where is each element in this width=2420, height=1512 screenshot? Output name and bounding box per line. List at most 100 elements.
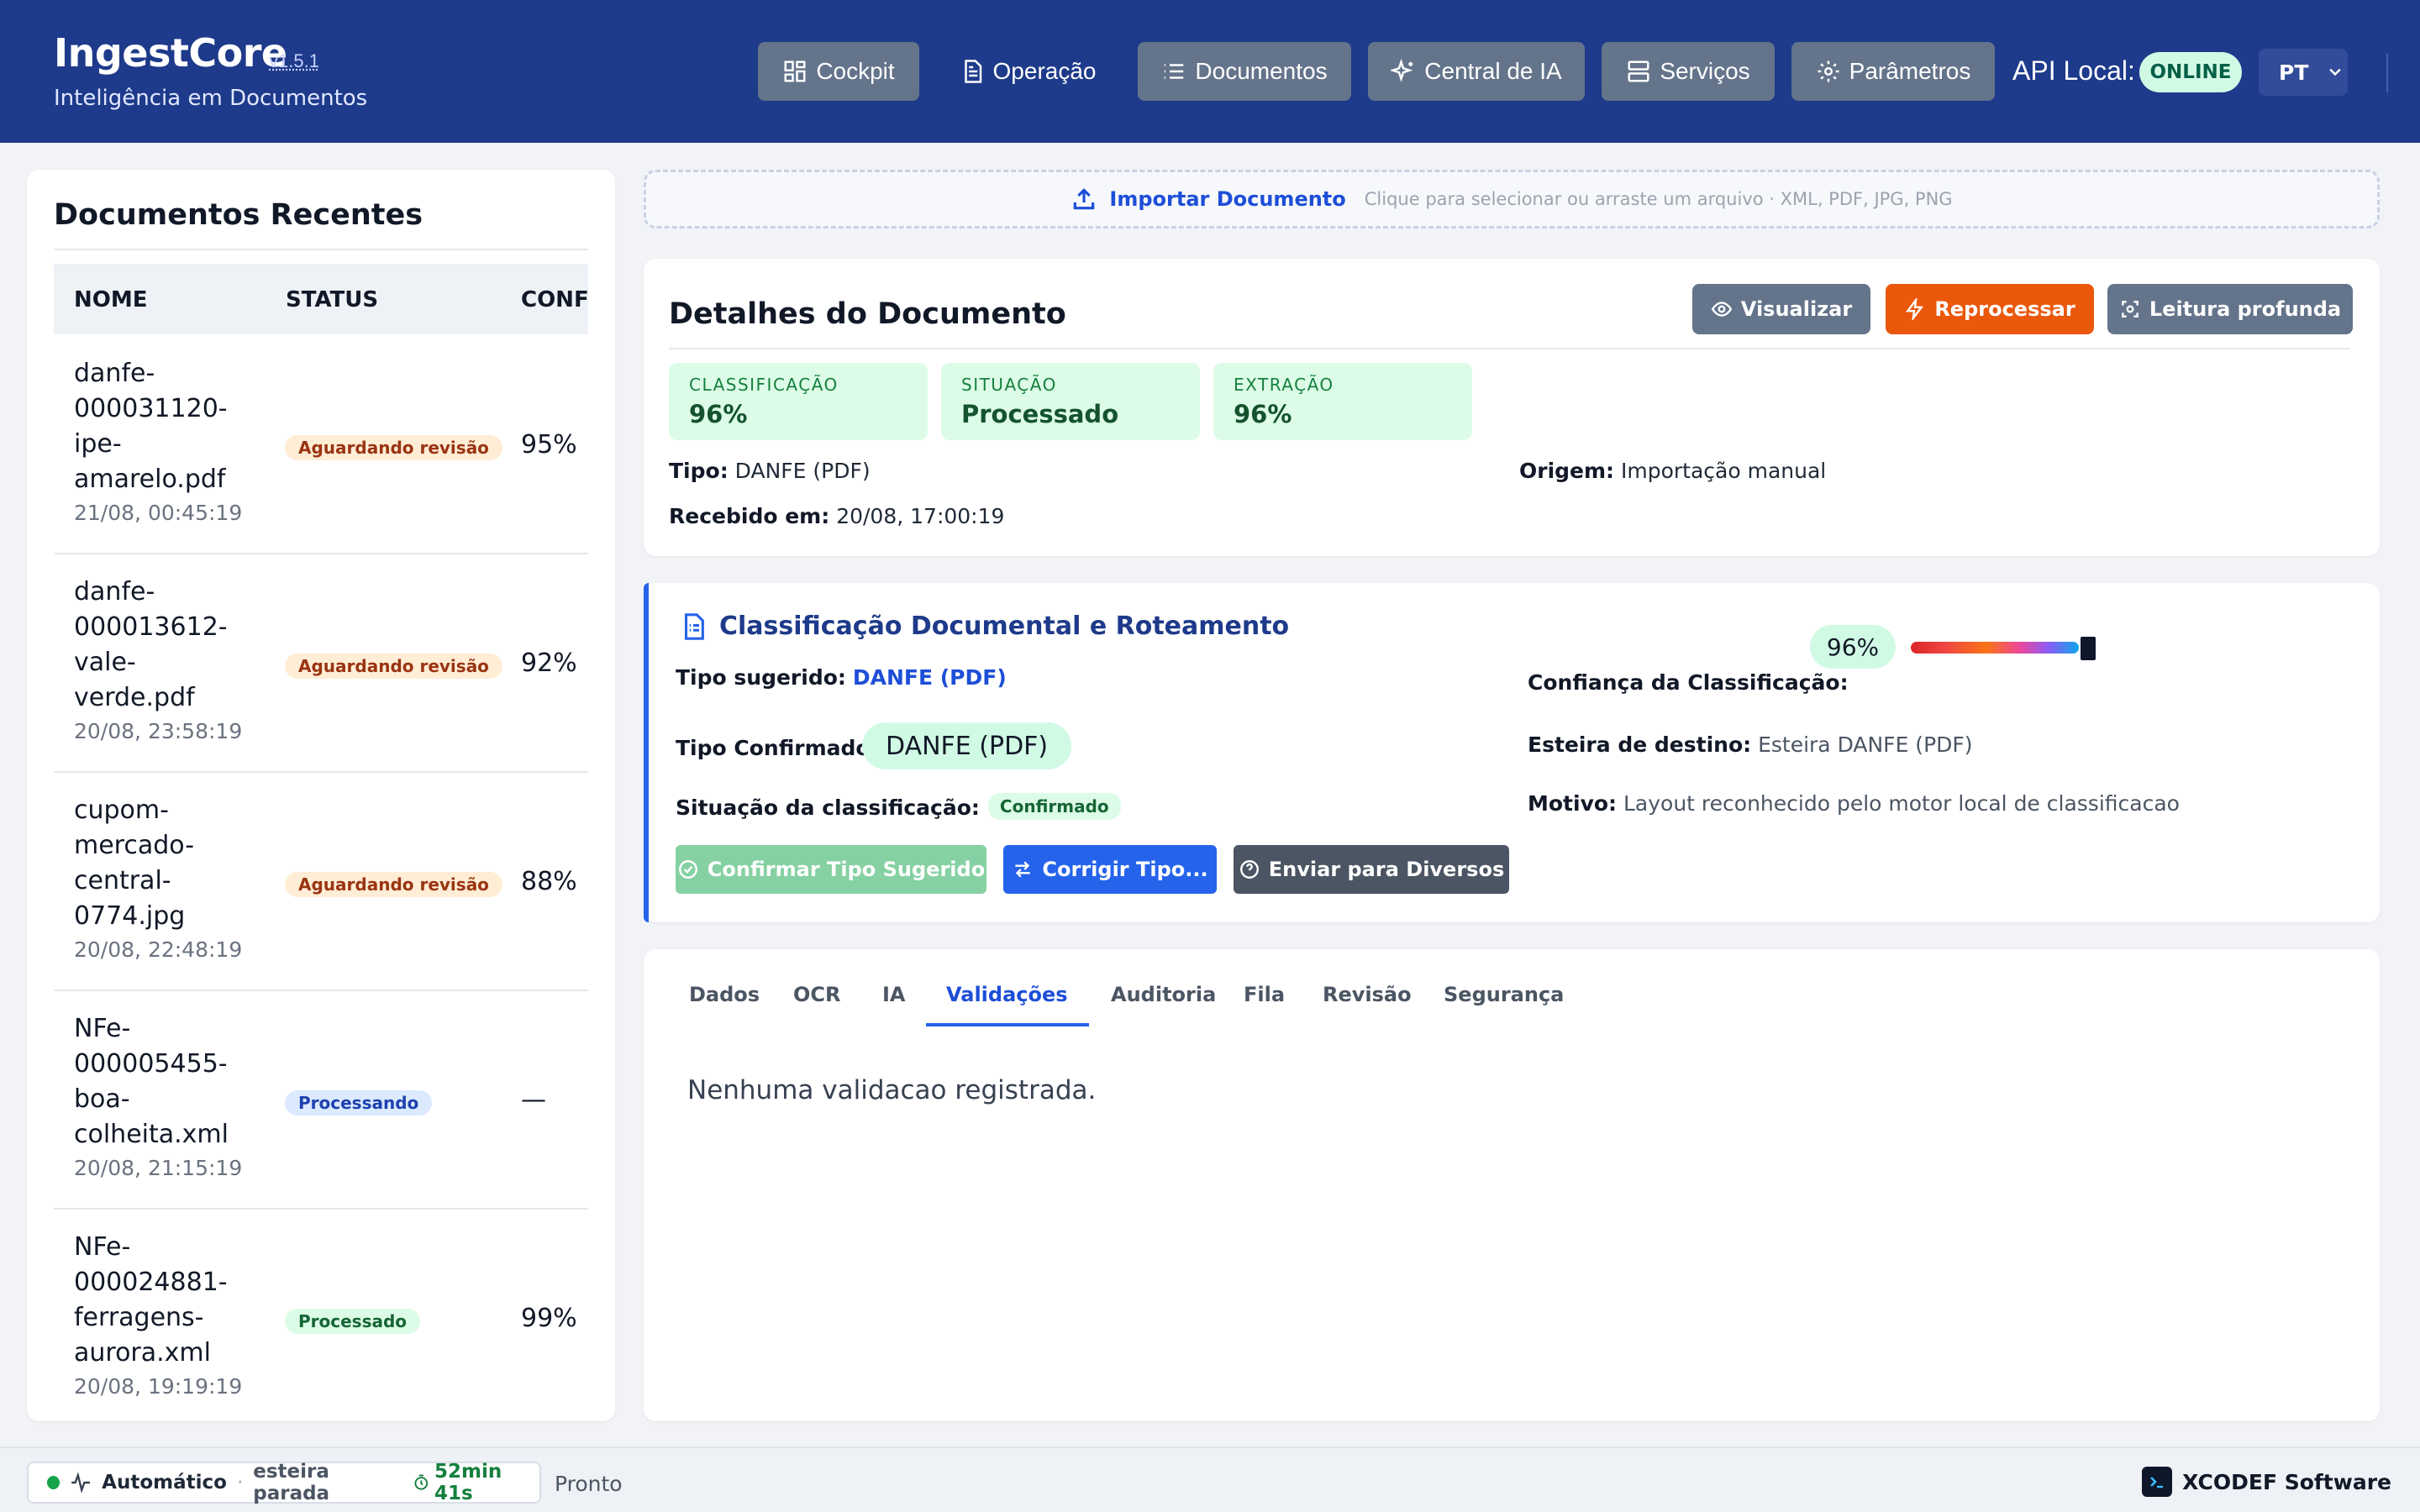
confidence-value: 92% xyxy=(521,648,577,678)
nav-servicos[interactable]: Serviços xyxy=(1602,42,1775,101)
confidence-value: — xyxy=(521,1085,546,1115)
column-header-confidence[interactable]: CONFI xyxy=(521,287,588,312)
nav-parametros[interactable]: Parâmetros xyxy=(1791,42,1995,101)
status-badge: Confirmado xyxy=(987,793,1121,820)
check-circle-icon xyxy=(678,860,697,879)
document-time: 20/08, 23:58:19 xyxy=(74,719,243,743)
document-time: 20/08, 21:15:19 xyxy=(74,1156,243,1180)
nav-cockpit-label: Cockpit xyxy=(816,58,895,84)
tab-dados[interactable]: Dados xyxy=(689,983,760,1006)
document-name: danfe- 000013612- vale-verde.pdf xyxy=(74,577,228,712)
vendor-brand: XCODEF Software xyxy=(2142,1465,2391,1499)
tab-seguranca[interactable]: Segurança xyxy=(1444,983,1564,1006)
confirm-suggested-type-label: Confirmar Tipo Sugerido xyxy=(707,858,986,881)
pipeline-state: esteira parada xyxy=(253,1461,330,1504)
document-type-field: Tipo: DANFE (PDF) xyxy=(669,459,871,483)
nav-central-ia[interactable]: Central de IA xyxy=(1368,42,1585,101)
header-divider xyxy=(2386,54,2388,92)
help-circle-icon xyxy=(1239,860,1259,879)
confidence-bar-marker xyxy=(2081,637,2096,660)
app-version[interactable]: v1.5.1 xyxy=(269,50,319,72)
import-document-hint: Clique para selecionar ou arraste um arq… xyxy=(1364,189,1953,209)
tab-auditoria[interactable]: Auditoria xyxy=(1111,983,1216,1006)
send-to-misc-button[interactable]: Enviar para Diversos xyxy=(1234,845,1509,894)
swap-icon xyxy=(1015,861,1031,878)
import-document-label: Importar Documento xyxy=(1109,187,1346,211)
tab-ia[interactable]: IA xyxy=(882,983,906,1006)
chevron-down-icon xyxy=(2329,68,2342,76)
document-details-title: Detalhes do Documento xyxy=(669,297,1066,331)
timer-icon xyxy=(413,1474,428,1490)
classification-confidence-badge: 96% xyxy=(1810,625,1896,669)
app-header: IngestCore v1.5.1 Inteligência em Docume… xyxy=(0,0,2420,143)
send-to-misc-label: Enviar para Diversos xyxy=(1268,858,1505,881)
suggested-type-field: Tipo sugerido: DANFE (PDF) xyxy=(676,665,1007,690)
table-row[interactable]: danfe- 000013612- vale-verde.pdf 20/08, 23… xyxy=(54,554,588,773)
card-accent xyxy=(644,583,649,922)
active-tab-indicator xyxy=(926,1023,1089,1026)
server-icon xyxy=(1628,60,1649,82)
reprocess-button-label: Reprocessar xyxy=(1934,297,2075,321)
nav-central-ia-label: Central de IA xyxy=(1424,58,1562,84)
language-select[interactable]: PT xyxy=(2259,49,2348,96)
column-header-name[interactable]: NOME xyxy=(74,287,148,312)
dashboard-icon xyxy=(784,60,806,82)
view-button[interactable]: Visualizar xyxy=(1692,284,1870,334)
tab-validacoes[interactable]: Validações xyxy=(946,983,1068,1006)
sparkles-icon xyxy=(1391,59,1413,82)
document-name: danfe- 000031120- ipe-amarelo.pdf xyxy=(74,359,228,494)
timer-value: 52min 41s xyxy=(434,1461,502,1504)
activity-icon xyxy=(71,1472,90,1494)
confirm-suggested-type-button[interactable]: Confirmar Tipo Sugerido xyxy=(676,845,986,894)
recent-documents-title: Documentos Recentes xyxy=(54,198,424,232)
table-row[interactable]: NFe- 000024881- ferragens-aurora.xml 20/08… xyxy=(54,1210,588,1396)
scan-icon xyxy=(2122,301,2139,318)
table-row[interactable]: NFe- 000005455- boa-colheita.xml 20/08, 21… xyxy=(54,991,588,1210)
app-subtitle: Inteligência em Documentos xyxy=(54,86,368,111)
nav-documentos[interactable]: Documentos xyxy=(1138,42,1351,101)
list-icon xyxy=(1165,64,1184,79)
status-dot xyxy=(47,1476,60,1489)
tab-fila[interactable]: Fila xyxy=(1244,983,1285,1006)
document-received-field: Recebido em: 20/08, 17:00:19 xyxy=(669,504,1005,528)
column-header-status[interactable]: STATUS xyxy=(286,287,378,312)
document-origin-field: Origem: Importação manual xyxy=(1519,459,1827,483)
eye-icon xyxy=(1711,302,1733,317)
confirmed-type-label: Tipo Confirmado: xyxy=(676,736,879,760)
nav-cockpit[interactable]: Cockpit xyxy=(758,42,919,101)
table-row[interactable]: cupom-mercado-central- 0774.jpg 20/08, 22… xyxy=(54,773,588,991)
deep-read-button[interactable]: Leitura profunda xyxy=(2107,284,2353,334)
tab-ocr[interactable]: OCR xyxy=(793,983,841,1006)
document-tabs-card: Dados OCR IA Validações Auditoria Fila R… xyxy=(644,949,2380,1421)
confidence-value: 99% xyxy=(521,1304,577,1333)
api-status-label: API Local: xyxy=(2012,55,2135,86)
automation-status[interactable]: Automático · esteira parada 52min 41s xyxy=(27,1461,541,1504)
uptime-timer: 52min 41s xyxy=(413,1461,539,1504)
stat-classification: CLASSIFICAÇÃO 96% xyxy=(669,363,928,440)
upload-icon xyxy=(1074,188,1095,210)
app-name: IngestCore xyxy=(54,30,287,76)
stat-classification-value: 96% xyxy=(689,400,748,428)
nav-parametros-label: Parâmetros xyxy=(1849,58,1971,84)
status-badge: Aguardando revisão xyxy=(285,654,502,679)
confirmed-type-badge: DANFE (PDF) xyxy=(862,722,1072,769)
confidence-value: 95% xyxy=(521,430,577,459)
status-badge: Aguardando revisão xyxy=(285,435,502,460)
tab-revisao[interactable]: Revisão xyxy=(1323,983,1412,1006)
status-bar: Automático · esteira parada 52min 41s Pr… xyxy=(0,1446,2420,1512)
classification-reason-field: Motivo: Layout reconhecido pelo motor lo… xyxy=(1528,791,2180,816)
document-details-card: Detalhes do Documento Visualizar Reproce… xyxy=(644,259,2380,556)
correct-type-button[interactable]: Corrigir Tipo... xyxy=(1003,845,1217,894)
import-document-dropzone[interactable]: Importar Documento Clique para seleciona… xyxy=(644,170,2380,228)
nav-operacao[interactable]: Operação xyxy=(946,42,1109,101)
empty-state-message: Nenhuma validacao registrada. xyxy=(687,1075,1097,1105)
status-separator: · xyxy=(236,1472,244,1494)
recent-documents-list[interactable]: danfe- 000031120- ipe-amarelo.pdf 21/08, 0… xyxy=(54,336,588,1396)
document-name: NFe- 000024881- ferragens-aurora.xml xyxy=(74,1232,228,1368)
correct-type-label: Corrigir Tipo... xyxy=(1042,858,1208,881)
reprocess-button[interactable]: Reprocessar xyxy=(1886,284,2094,334)
suggested-type-value[interactable]: DANFE (PDF) xyxy=(853,665,1007,690)
divider xyxy=(54,249,588,250)
table-row[interactable]: danfe- 000031120- ipe-amarelo.pdf 21/08, 0… xyxy=(54,336,588,554)
classification-title: Classificação Documental e Roteamento xyxy=(719,612,1290,641)
